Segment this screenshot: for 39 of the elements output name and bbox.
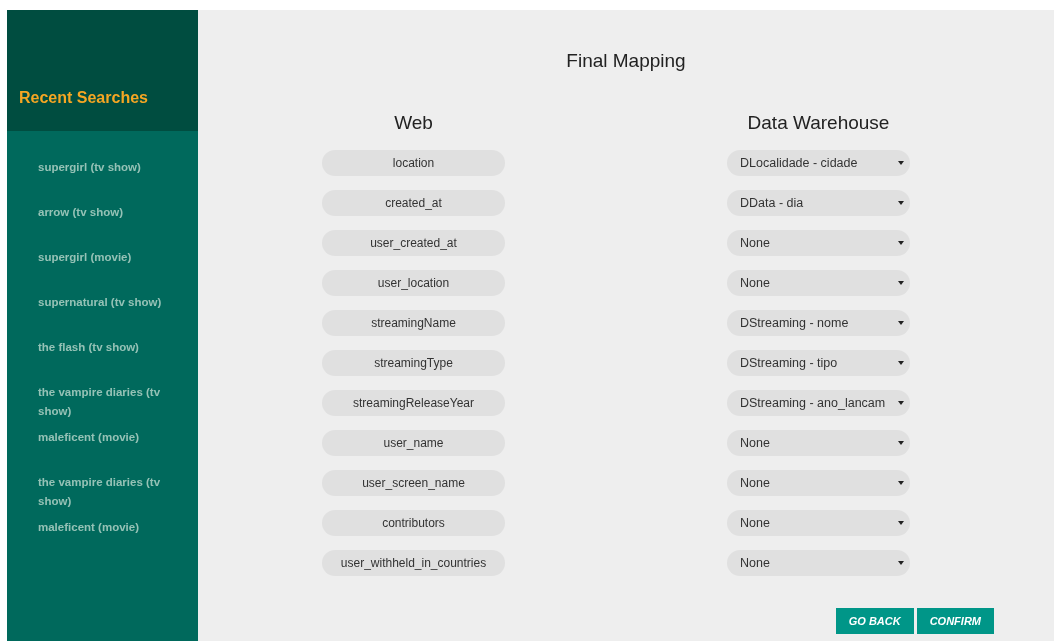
caret-icon bbox=[898, 201, 904, 205]
warehouse-dropdown[interactable]: None bbox=[727, 470, 910, 496]
warehouse-dropdown[interactable]: None bbox=[727, 430, 910, 456]
web-field-label: streamingType bbox=[322, 350, 505, 376]
web-field-label: user_location bbox=[322, 270, 505, 296]
web-field-label: user_withheld_in_countries bbox=[322, 550, 505, 576]
warehouse-dropdown[interactable]: DLocalidade - cidade bbox=[727, 150, 910, 176]
caret-icon bbox=[898, 241, 904, 245]
caret-icon bbox=[898, 281, 904, 285]
web-field-label: user_created_at bbox=[322, 230, 505, 256]
caret-icon bbox=[898, 441, 904, 445]
warehouse-dropdown[interactable]: DData - dia bbox=[727, 190, 910, 216]
warehouse-dropdown[interactable]: DStreaming - nome bbox=[727, 310, 910, 336]
warehouse-dropdown[interactable]: None bbox=[727, 550, 910, 576]
sidebar-title: Recent Searches bbox=[19, 89, 148, 107]
caret-icon bbox=[898, 521, 904, 525]
warehouse-dropdown[interactable]: None bbox=[727, 510, 910, 536]
caret-icon bbox=[898, 401, 904, 405]
column-heading: Data Warehouse bbox=[746, 112, 891, 134]
web-field-label: user_name bbox=[322, 430, 505, 456]
column-heading: Web bbox=[393, 112, 434, 134]
warehouse-dropdown[interactable]: DStreaming - ano_lancam bbox=[727, 390, 910, 416]
warehouse-dropdown[interactable]: DStreaming - tipo bbox=[727, 350, 910, 376]
page-title: Final Mapping bbox=[565, 50, 687, 72]
warehouse-dropdown[interactable]: None bbox=[727, 230, 910, 256]
web-field-label: streamingName bbox=[322, 310, 505, 336]
web-field-label: contributors bbox=[322, 510, 505, 536]
caret-icon bbox=[898, 561, 904, 565]
web-field-label: streamingReleaseYear bbox=[322, 390, 505, 416]
web-field-label: user_screen_name bbox=[322, 470, 505, 496]
caret-icon bbox=[898, 161, 904, 165]
caret-icon bbox=[898, 481, 904, 485]
confirm-button[interactable]: CONFIRM bbox=[916, 608, 994, 634]
caret-icon bbox=[898, 321, 904, 325]
go-back-button[interactable]: GO BACK bbox=[835, 608, 914, 634]
web-field-label: location bbox=[322, 150, 505, 176]
warehouse-dropdown[interactable]: None bbox=[727, 270, 910, 296]
caret-icon bbox=[898, 361, 904, 365]
web-field-label: created_at bbox=[322, 190, 505, 216]
